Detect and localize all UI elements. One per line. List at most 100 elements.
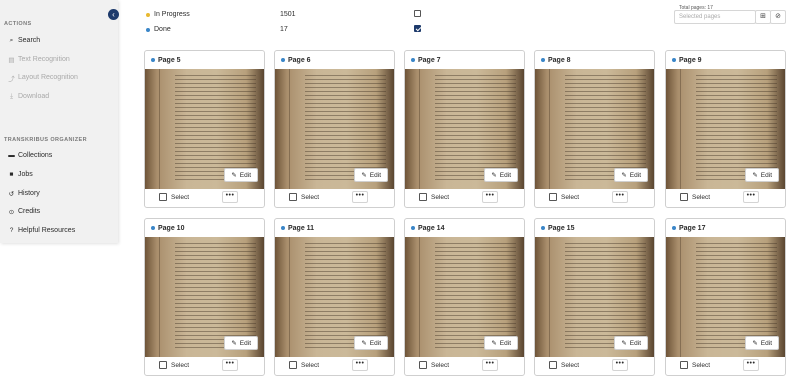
edit-button[interactable]: ✎ Edit <box>484 336 518 350</box>
status-dot <box>281 226 285 230</box>
select-label: Select <box>561 361 580 369</box>
page-card[interactable]: Page 15 ✎ Edit Select ••• <box>534 218 655 376</box>
more-options-button[interactable]: ••• <box>743 359 759 371</box>
edit-button[interactable]: ✎ Edit <box>354 336 388 350</box>
edit-button[interactable]: ✎ Edit <box>745 168 779 182</box>
sidebar-item-collections[interactable]: ▬ Collections <box>8 152 52 159</box>
sidebar-item-download[interactable]: ⤓ Download <box>8 93 50 101</box>
edit-button[interactable]: ✎ Edit <box>354 168 388 182</box>
more-options-button[interactable]: ••• <box>482 359 498 371</box>
selected-pages-input[interactable]: Selected pages <box>674 10 756 24</box>
page-thumbnail[interactable]: ✎ Edit <box>405 237 524 357</box>
page-card-footer: Select ••• <box>405 355 524 375</box>
search-icon: ⌕ <box>9 36 14 44</box>
edit-label: Edit <box>629 171 641 179</box>
status-dot <box>541 226 545 230</box>
done-checkbox[interactable] <box>414 25 421 32</box>
folder-icon: ▬ <box>8 152 15 159</box>
collapse-sidebar-button[interactable]: ‹ <box>108 9 119 20</box>
page-card-header: Page 8 <box>535 51 654 69</box>
pencil-icon: ✎ <box>491 340 497 347</box>
pencil-icon: ✎ <box>361 172 367 179</box>
select-label: Select <box>171 361 190 369</box>
page-title: Page 7 <box>418 56 441 64</box>
select-checkbox[interactable] <box>289 193 297 201</box>
edit-button[interactable]: ✎ Edit <box>224 168 258 182</box>
select-checkbox[interactable] <box>680 361 688 369</box>
select-checkbox[interactable] <box>549 361 557 369</box>
page-card[interactable]: Page 5 ✎ Edit Select ••• <box>144 50 265 208</box>
more-options-button[interactable]: ••• <box>482 191 498 203</box>
page-card[interactable]: Page 14 ✎ Edit Select ••• <box>404 218 525 376</box>
more-options-button[interactable]: ••• <box>222 191 238 203</box>
select-checkbox[interactable] <box>680 193 688 201</box>
page-card[interactable]: Page 10 ✎ Edit Select ••• <box>144 218 265 376</box>
more-options-button[interactable]: ••• <box>352 191 368 203</box>
page-thumbnail[interactable]: ✎ Edit <box>405 69 524 189</box>
edit-button[interactable]: ✎ Edit <box>614 336 648 350</box>
select-label: Select <box>692 361 711 369</box>
select-all-button[interactable]: ⊞ <box>755 10 771 24</box>
page-card[interactable]: Page 7 ✎ Edit Select ••• <box>404 50 525 208</box>
sidebar-item-search[interactable]: ⌕ Search <box>8 36 41 45</box>
edit-label: Edit <box>239 339 251 347</box>
select-checkbox[interactable] <box>419 193 427 201</box>
thumbnail-margin <box>419 69 420 189</box>
sidebar-item-label: Download <box>18 93 50 100</box>
sidebar-item-label: Collections <box>18 152 53 159</box>
edit-label: Edit <box>760 339 772 347</box>
jobs-icon: ■ <box>9 171 14 178</box>
more-options-button[interactable]: ••• <box>743 191 759 203</box>
sidebar-item-layout-recognition[interactable]: ⤴ Layout Recognition <box>8 74 78 83</box>
page-thumbnail[interactable]: ✎ Edit <box>275 69 394 189</box>
page-card[interactable]: Page 11 ✎ Edit Select ••• <box>274 218 395 376</box>
page-thumbnail[interactable]: ✎ Edit <box>666 237 785 357</box>
thumbnail-margin <box>159 69 160 189</box>
thumbnail-text-lines <box>175 75 256 183</box>
more-options-button[interactable]: ••• <box>612 359 628 371</box>
edit-button[interactable]: ✎ Edit <box>224 336 258 350</box>
sidebar-item-helpful-resources[interactable]: ? Helpful Resources <box>8 227 76 234</box>
page-title: Page 10 <box>158 224 185 232</box>
status-dot <box>411 58 415 62</box>
in-progress-checkbox[interactable] <box>414 10 421 17</box>
more-options-button[interactable]: ••• <box>222 359 238 371</box>
credits-icon: ⊙ <box>8 208 15 216</box>
page-thumbnail[interactable]: ✎ Edit <box>275 237 394 357</box>
select-label: Select <box>301 193 320 201</box>
page-thumbnail[interactable]: ✎ Edit <box>145 237 264 357</box>
page-card[interactable]: Page 9 ✎ Edit Select ••• <box>665 50 786 208</box>
page-title: Page 14 <box>418 224 445 232</box>
edit-label: Edit <box>499 339 511 347</box>
select-checkbox[interactable] <box>159 193 167 201</box>
edit-button[interactable]: ✎ Edit <box>484 168 518 182</box>
page-card-header: Page 6 <box>275 51 394 69</box>
sidebar-item-credits[interactable]: ⊙ Credits <box>8 208 41 216</box>
page-card[interactable]: Page 17 ✎ Edit Select ••• <box>665 218 786 376</box>
edit-button[interactable]: ✎ Edit <box>614 168 648 182</box>
sidebar-item-label: Layout Recognition <box>18 74 78 81</box>
sidebar-item-label: Credits <box>18 208 41 215</box>
status-dot <box>151 226 155 230</box>
thumbnail-text-lines <box>696 75 777 183</box>
page-title: Page 17 <box>679 224 706 232</box>
more-options-button[interactable]: ••• <box>612 191 628 203</box>
select-checkbox[interactable] <box>549 193 557 201</box>
sidebar-item-text-recognition[interactable]: ▤ Text Recognition <box>8 56 69 64</box>
page-thumbnail[interactable]: ✎ Edit <box>145 69 264 189</box>
select-checkbox[interactable] <box>159 361 167 369</box>
page-thumbnail[interactable]: ✎ Edit <box>535 69 654 189</box>
page-card-footer: Select ••• <box>666 355 785 375</box>
select-checkbox[interactable] <box>289 361 297 369</box>
more-options-button[interactable]: ••• <box>352 359 368 371</box>
select-checkbox[interactable] <box>419 361 427 369</box>
edit-button[interactable]: ✎ Edit <box>745 336 779 350</box>
thumbnail-margin <box>680 69 681 189</box>
page-thumbnail[interactable]: ✎ Edit <box>535 237 654 357</box>
sidebar-item-history[interactable]: ↺ History <box>8 190 40 198</box>
page-thumbnail[interactable]: ✎ Edit <box>666 69 785 189</box>
clear-selection-button[interactable]: ⊘ <box>770 10 786 24</box>
page-card[interactable]: Page 8 ✎ Edit Select ••• <box>534 50 655 208</box>
sidebar-item-jobs[interactable]: ■ Jobs <box>8 171 33 178</box>
page-card[interactable]: Page 6 ✎ Edit Select ••• <box>274 50 395 208</box>
